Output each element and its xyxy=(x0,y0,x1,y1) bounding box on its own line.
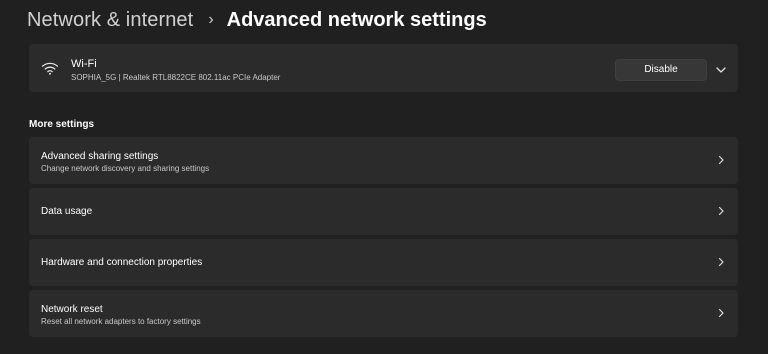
adapter-name: Wi-Fi xyxy=(71,58,97,70)
settings-item-advanced-sharing[interactable]: Advanced sharing settings Change network… xyxy=(29,137,738,184)
breadcrumb: Network & internet › Advanced network se… xyxy=(27,6,487,34)
wifi-icon xyxy=(41,62,59,75)
settings-item-title: Hardware and connection properties xyxy=(41,257,203,268)
adapter-description: SOPHIA_5G | Realtek RTL8822CE 802.11ac P… xyxy=(71,73,281,82)
settings-item-data-usage[interactable]: Data usage xyxy=(29,188,738,235)
settings-page: Network & internet › Advanced network se… xyxy=(0,0,768,354)
chevron-right-icon xyxy=(718,257,724,267)
settings-item-subtitle: Change network discovery and sharing set… xyxy=(41,164,210,173)
breadcrumb-separator: › xyxy=(208,11,214,28)
chevron-right-icon xyxy=(718,206,724,216)
settings-item-hardware-properties[interactable]: Hardware and connection properties xyxy=(29,239,738,286)
settings-item-subtitle: Reset all network adapters to factory se… xyxy=(41,317,201,326)
settings-item-title: Advanced sharing settings xyxy=(41,151,159,162)
section-header-more-settings: More settings xyxy=(29,119,95,130)
chevron-down-icon[interactable] xyxy=(713,62,729,78)
settings-item-title: Data usage xyxy=(41,206,93,217)
breadcrumb-parent-link[interactable]: Network & internet xyxy=(27,9,193,32)
disable-button[interactable]: Disable xyxy=(615,59,707,81)
page-title: Advanced network settings xyxy=(226,8,487,31)
settings-item-network-reset[interactable]: Network reset Reset all network adapters… xyxy=(29,290,738,337)
chevron-right-icon xyxy=(718,308,724,318)
chevron-right-icon xyxy=(718,155,724,165)
settings-item-title: Network reset xyxy=(41,304,103,315)
wifi-adapter-card[interactable]: Wi-Fi SOPHIA_5G | Realtek RTL8822CE 802.… xyxy=(29,44,738,92)
